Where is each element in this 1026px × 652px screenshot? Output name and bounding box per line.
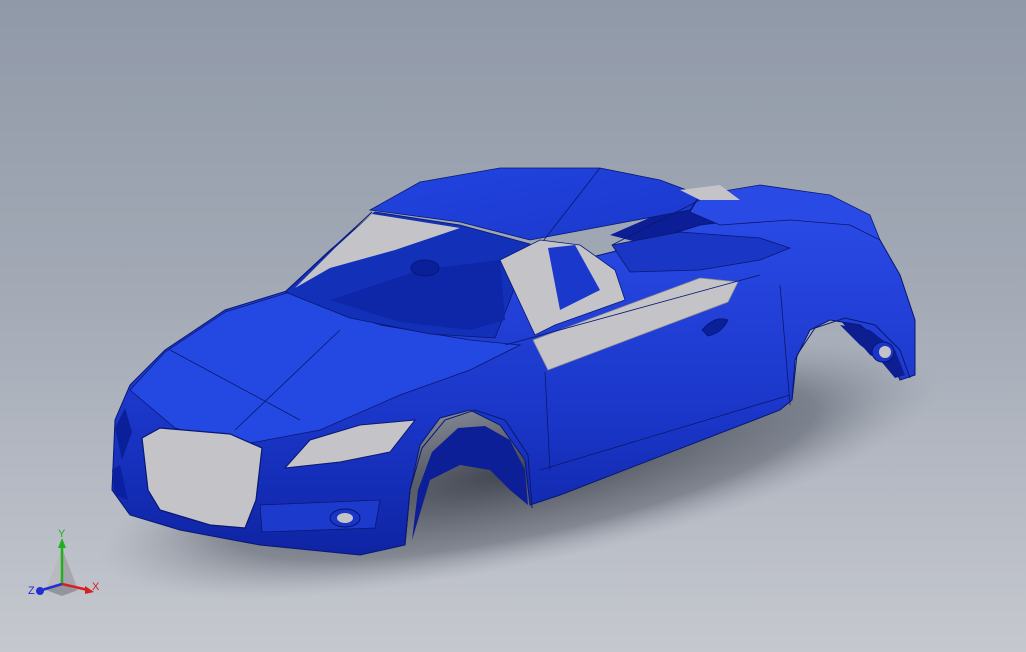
axis-x-label: X — [92, 581, 100, 593]
car-body-model[interactable] — [0, 0, 1026, 652]
axis-z-label: Z — [28, 585, 35, 597]
mirror-mount — [410, 259, 440, 277]
cad-viewport[interactable]: Y X Z — [0, 0, 1026, 652]
fog-light-left-inner — [337, 513, 353, 523]
orientation-triad[interactable]: Y X Z — [22, 528, 112, 612]
bumper-lower — [259, 499, 381, 533]
axis-z-marker — [36, 587, 44, 595]
axis-y-label: Y — [58, 528, 66, 540]
exhaust-pipe-inner — [879, 346, 891, 358]
